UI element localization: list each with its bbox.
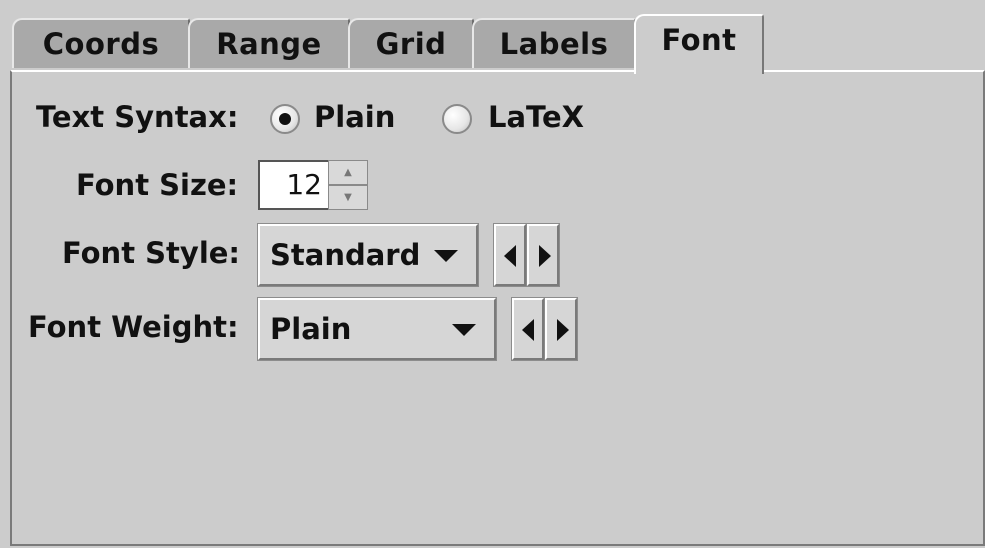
font-weight-prev-button[interactable] — [511, 297, 545, 361]
tab-font[interactable]: Font — [634, 14, 764, 74]
font-weight-next-button[interactable] — [544, 297, 578, 361]
tab-strip: Coords Range Grid Labels Font — [0, 0, 985, 74]
chevron-down-icon — [434, 250, 458, 262]
font-settings-window: Coords Range Grid Labels Font Text Synta… — [0, 0, 985, 548]
tab-grid[interactable]: Grid — [348, 18, 474, 68]
plain-radio[interactable] — [270, 104, 300, 134]
plain-radio-label[interactable]: Plain — [314, 100, 395, 134]
latex-radio-label[interactable]: LaTeX — [488, 100, 584, 134]
arrow-right-icon — [557, 319, 569, 341]
font-weight-label: Font Weight: — [28, 310, 239, 344]
font-style-prev-button[interactable] — [493, 223, 527, 287]
spin-up-button[interactable]: ▲ — [328, 160, 368, 185]
font-weight-select[interactable]: Plain — [257, 297, 497, 361]
latex-radio[interactable] — [442, 104, 472, 134]
font-size-label: Font Size: — [76, 168, 239, 202]
arrow-right-icon — [539, 245, 551, 267]
text-syntax-label: Text Syntax: — [36, 100, 239, 134]
font-size-field[interactable]: 12 — [258, 160, 328, 210]
font-style-next-button[interactable] — [526, 223, 560, 287]
font-style-value: Standard — [270, 238, 421, 272]
font-style-select[interactable]: Standard — [257, 223, 479, 287]
arrow-left-icon — [504, 245, 516, 267]
font-panel — [10, 70, 985, 546]
arrow-left-icon — [522, 319, 534, 341]
font-weight-value: Plain — [270, 312, 352, 346]
tab-coords[interactable]: Coords — [12, 18, 190, 68]
spin-down-button[interactable]: ▼ — [328, 185, 368, 210]
chevron-down-icon — [452, 324, 476, 336]
tab-range[interactable]: Range — [188, 18, 350, 68]
radio-selected-dot — [279, 113, 291, 125]
font-style-label: Font Style: — [62, 236, 241, 270]
tab-labels[interactable]: Labels — [472, 18, 636, 68]
